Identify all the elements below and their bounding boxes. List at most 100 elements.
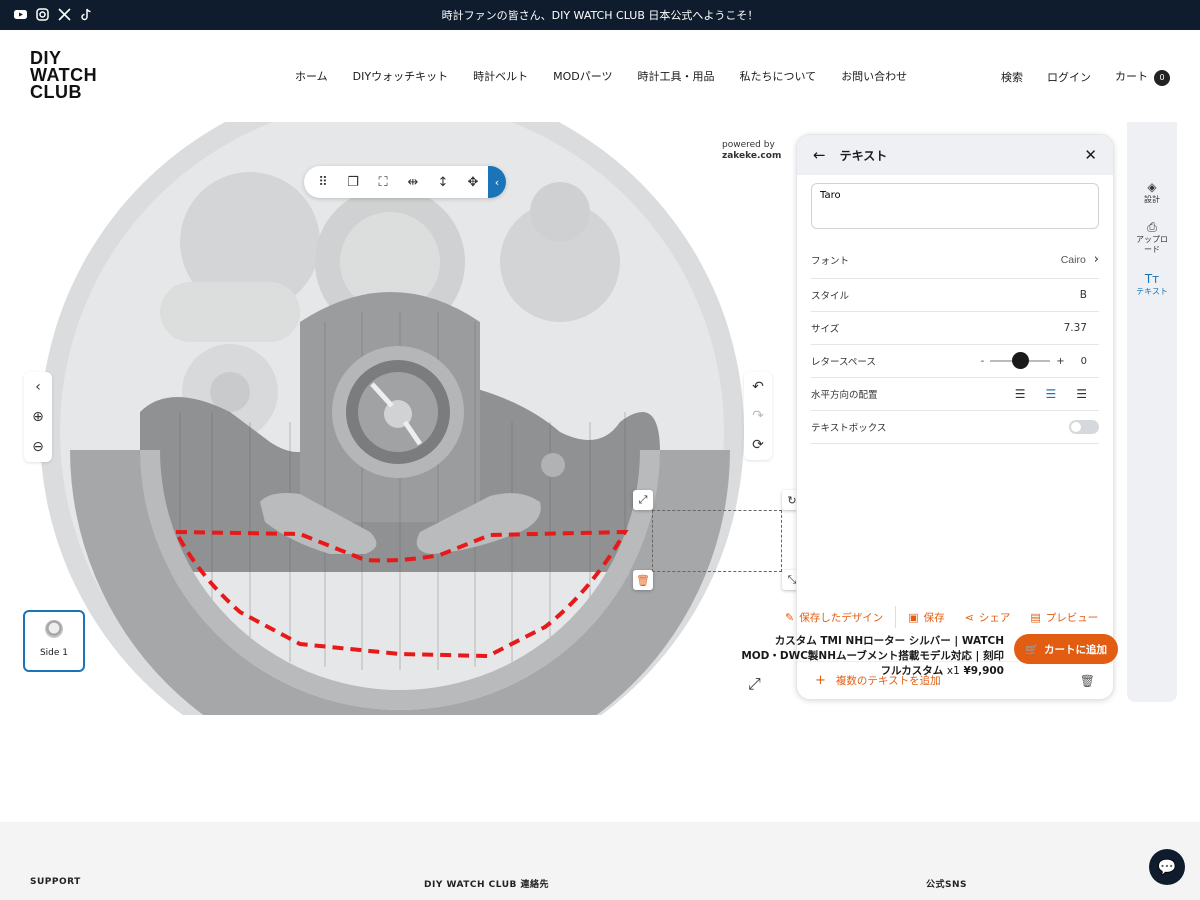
side-item-label: 設計 (1144, 195, 1160, 204)
search-link[interactable]: 検索 (1001, 69, 1023, 85)
announcement-bar: 時計ファンの皆さん、DIY WATCH CLUB 日本公式へようこそ！ (0, 0, 1200, 30)
history-tools: ↶ ↷ ⟳ (744, 372, 772, 460)
add-to-cart-button[interactable]: 🛒 カートに追加 (1014, 634, 1118, 664)
upload-icon: ⎙ (1147, 220, 1157, 234)
save-label: 保存 (923, 611, 945, 624)
center-both-icon[interactable]: ✥ (458, 167, 488, 197)
nav-home[interactable]: ホーム (295, 68, 328, 84)
logo-line: CLUB (30, 82, 82, 102)
header-actions: 検索 ログイン カート 0 (1001, 68, 1170, 86)
back-arrow-icon[interactable]: ← (813, 146, 826, 164)
site-logo[interactable]: DIY WATCH CLUB (30, 49, 97, 102)
reset-icon[interactable]: ⟳ (752, 437, 764, 453)
nav-contact[interactable]: お問い合わせ (841, 68, 907, 84)
divider (895, 606, 897, 628)
fit-icon[interactable]: ⛶ (368, 167, 398, 197)
redo-icon[interactable]: ↷ (752, 408, 764, 424)
fullscreen-handle-icon[interactable]: ⤢ (633, 490, 653, 510)
style-value: B (1079, 289, 1087, 301)
font-row[interactable]: フォント Cairo › (811, 241, 1099, 279)
spacing-minus[interactable]: - (981, 356, 985, 367)
main-nav: ホーム DIYウォッチキット 時計ベルト MODパーツ 時計工具・用品 私たちに… (295, 68, 932, 84)
side-menu: ◈ 設計 ⎙ アップロード Tт テキスト (1127, 122, 1177, 702)
text-selection-box[interactable] (652, 510, 782, 572)
product-price: ¥9,900 (963, 665, 1004, 677)
preview-label: プレビュー (1045, 611, 1099, 624)
size-label: サイズ (811, 324, 840, 335)
side-item-text[interactable]: Tт テキスト (1127, 273, 1177, 297)
footer-support: SUPPORT (30, 877, 81, 887)
duplicate-icon[interactable]: ❐ (338, 167, 368, 197)
undo-icon[interactable]: ↶ (752, 379, 764, 395)
align-row: 水平方向の配置 ☰ ☰ ☰ (811, 378, 1099, 411)
nav-mod-parts[interactable]: MODパーツ (553, 68, 612, 84)
footer-sns: 公式SNS (926, 880, 967, 890)
align-left-icon[interactable]: ☰ (1015, 387, 1026, 401)
saved-designs-button[interactable]: ✎ 保存したデザイン (785, 610, 883, 625)
product-summary: カスタム TMI NHローター シルバー | WATCH MOD・DWC製NHム… (740, 634, 1004, 679)
add-to-cart-label: カートに追加 (1044, 643, 1108, 656)
saved-design-icon: ✎ (785, 610, 795, 624)
save-button[interactable]: ▣ 保存 (908, 610, 944, 625)
close-icon[interactable]: ✕ (1084, 146, 1097, 164)
side-thumbnail[interactable]: Side 1 (23, 610, 85, 672)
side-item-upload[interactable]: ⎙ アップロード (1127, 220, 1177, 255)
nav-tools[interactable]: 時計工具・用品 (638, 68, 715, 84)
font-label: フォント (811, 255, 850, 267)
cart-link[interactable]: カート 0 (1115, 68, 1170, 86)
spacing-row: レタースペース - + 0 (811, 345, 1099, 378)
rotor-canvas[interactable] (0, 122, 790, 722)
align-label: 水平方向の配置 (811, 390, 878, 401)
youtube-icon[interactable] (14, 8, 27, 21)
design-actions: ✎ 保存したデザイン ▣ 保存 ⋖ シェア ▤ プレビュー (785, 606, 1098, 628)
drag-handle-icon[interactable]: ⠿ (308, 167, 338, 197)
preview-button[interactable]: ▤ プレビュー (1030, 610, 1098, 625)
share-label: シェア (978, 611, 1011, 624)
align-center-icon[interactable]: ☰ (1045, 387, 1056, 401)
spacing-value: 0 (1080, 355, 1087, 367)
chevron-left-icon[interactable]: ‹ (35, 379, 41, 395)
side-preview-image (45, 620, 63, 638)
side-item-design[interactable]: ◈ 設計 (1127, 180, 1177, 205)
customizer-stage: powered by zakeke.com ⠿ ❐ ⛶ ⇹ ↕ ✥ ‹ ‹ ⊕ … (0, 122, 1200, 822)
nav-about[interactable]: 私たちについて (740, 68, 817, 84)
item-toolbar: ⠿ ❐ ⛶ ⇹ ↕ ✥ ‹ (304, 166, 506, 198)
slider-knob[interactable] (1012, 352, 1030, 369)
trash-icon[interactable]: 🗑 (1080, 674, 1095, 688)
style-row[interactable]: スタイル B (811, 279, 1099, 312)
preview-icon: ▤ (1030, 610, 1041, 624)
save-icon: ▣ (908, 610, 919, 624)
textbox-toggle[interactable] (1069, 420, 1099, 434)
powered-by-zakeke[interactable]: powered by zakeke.com (722, 140, 781, 162)
size-input[interactable]: 7.37 (1064, 322, 1087, 334)
zoom-out-icon[interactable]: ⊖ (32, 439, 44, 455)
powered-by-domain: zakeke.com (722, 151, 782, 161)
tiktok-icon[interactable] (80, 8, 93, 21)
style-label: スタイル (811, 291, 850, 302)
chevron-right-icon: › (1093, 252, 1099, 267)
align-right-icon[interactable]: ☰ (1076, 387, 1087, 401)
chat-icon[interactable]: 💬 (1149, 849, 1185, 885)
spacing-label: レタースペース (811, 357, 876, 368)
nav-watch-kits[interactable]: DIYウォッチキット (353, 68, 448, 84)
panel-header: ← テキスト ✕ (797, 135, 1113, 175)
site-footer: SUPPORT DIY WATCH CLUB 連絡先 公式SNS (0, 822, 1200, 900)
text-input[interactable]: Taro (811, 183, 1099, 229)
share-icon: ⋖ (964, 610, 974, 624)
delete-handle-icon[interactable]: 🗑 (633, 570, 653, 590)
spacing-plus[interactable]: + (1056, 356, 1064, 367)
instagram-icon[interactable] (36, 8, 49, 21)
font-value: Cairo (1060, 253, 1086, 266)
center-horizontal-icon[interactable]: ⇹ (398, 167, 428, 197)
x-icon[interactable] (58, 8, 71, 21)
login-link[interactable]: ログイン (1047, 69, 1091, 85)
cart-label: カート (1115, 70, 1148, 83)
layers-icon: ◈ (1147, 180, 1157, 194)
center-vertical-icon[interactable]: ↕ (428, 167, 458, 197)
announcement-text: 時計ファンの皆さん、DIY WATCH CLUB 日本公式へようこそ！ (441, 9, 759, 22)
zoom-in-icon[interactable]: ⊕ (32, 409, 44, 425)
social-links (14, 8, 93, 21)
nav-straps[interactable]: 時計ベルト (473, 68, 528, 84)
share-button[interactable]: ⋖ シェア (965, 610, 1011, 625)
spacing-slider[interactable] (990, 352, 1051, 369)
